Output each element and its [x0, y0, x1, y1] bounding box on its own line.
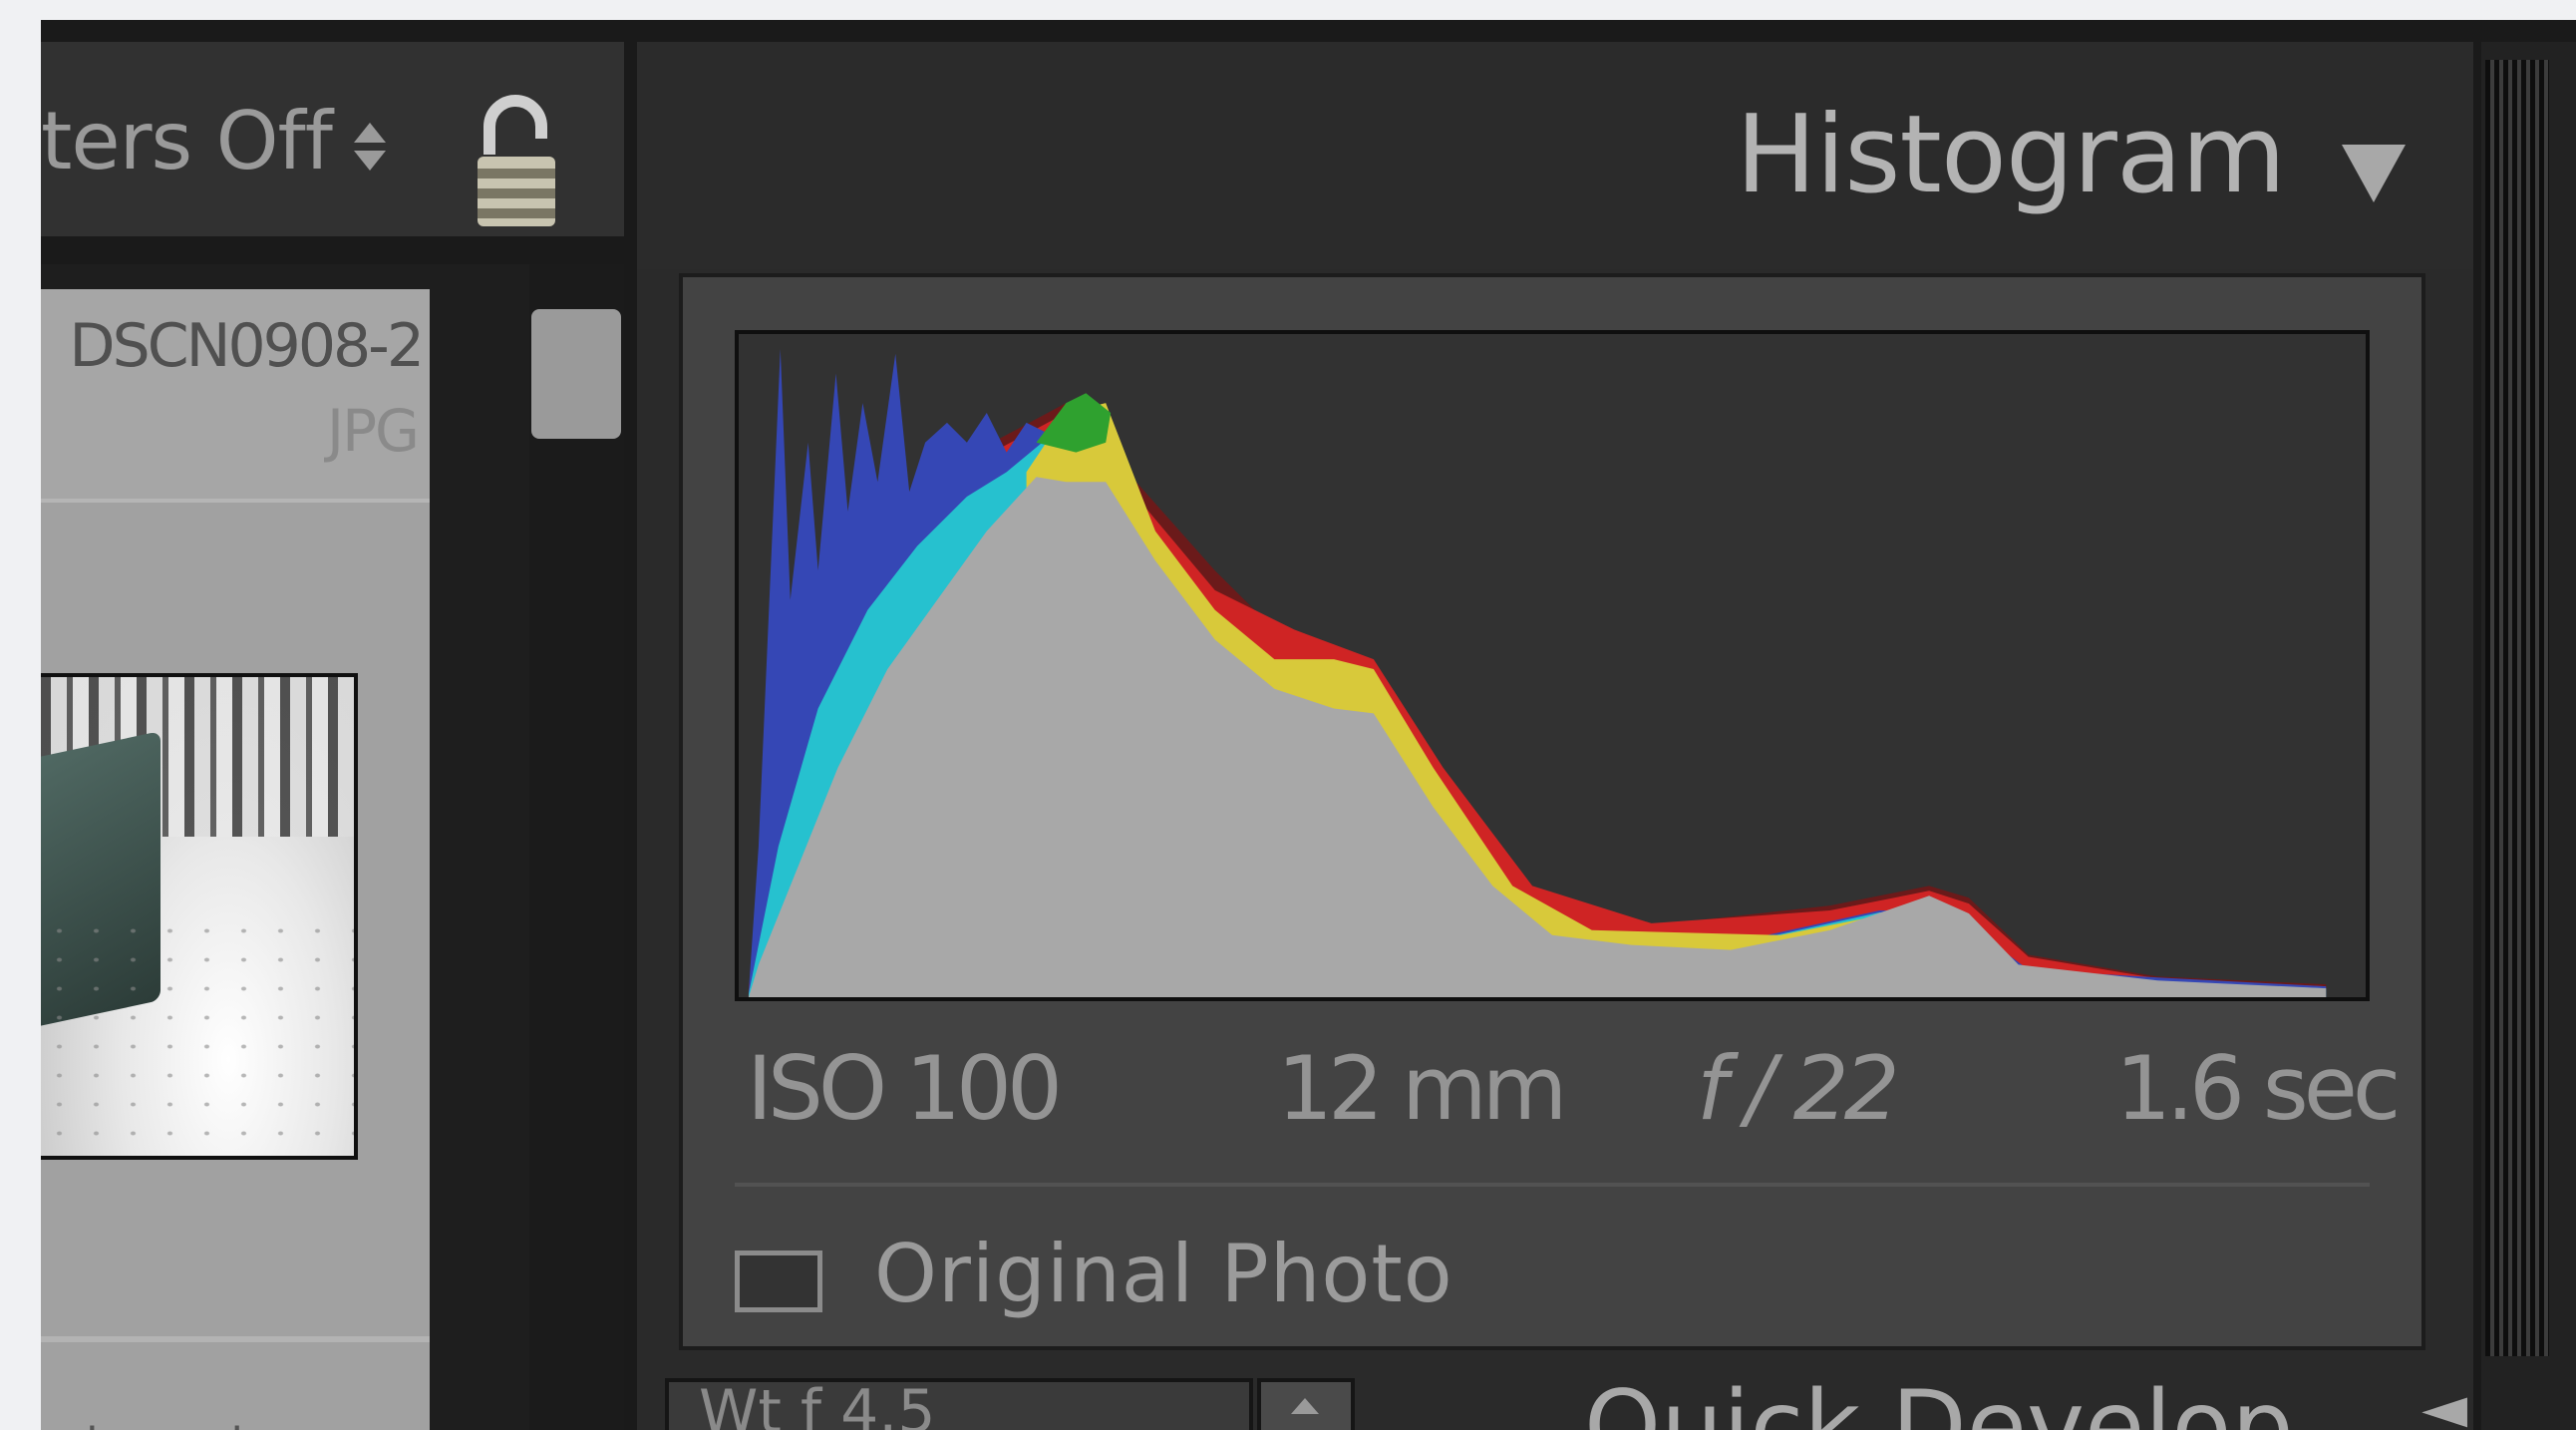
exif-iso: ISO 100: [747, 1037, 1063, 1140]
grid-cell-filename: DSCN0908-2: [69, 311, 425, 381]
thumbnail-snow: [41, 916, 354, 1156]
saved-preset-select[interactable]: Wt f 4.5: [665, 1378, 1253, 1430]
rating-dots[interactable]: · · ·: [86, 1406, 430, 1430]
grid-scrollbar-thumb[interactable]: [531, 309, 621, 439]
right-panel: Histogram ISO 100 12 mm f / 22 1.6 sec O…: [637, 42, 2473, 1430]
photo-thumbnail[interactable]: [41, 673, 358, 1160]
original-photo-label[interactable]: Original Photo: [874, 1235, 1453, 1314]
quick-develop-header: Wt f 4.5 Quick Develop ◄: [637, 1378, 2473, 1430]
grid-cell-header: DSCN0908-2 JPG: [41, 289, 430, 503]
filter-preset-label: ters Off: [41, 95, 333, 187]
quick-develop-title[interactable]: Quick Develop: [1584, 1378, 2294, 1430]
preset-stepper-icon[interactable]: [1257, 1378, 1355, 1430]
histogram-graph[interactable]: [735, 330, 2370, 1001]
grid-scrollbar-track[interactable]: [529, 264, 624, 1430]
original-photo-checkbox[interactable]: [735, 1251, 822, 1312]
collapse-triangle-icon[interactable]: [2342, 145, 2406, 202]
quick-develop-toggle-icon[interactable]: ◄: [2421, 1378, 2467, 1430]
panel-resize-strip[interactable]: [2485, 60, 2549, 1356]
lightroom-window: ters Off DSCN0908-2 JPG · · ·: [41, 20, 2576, 1430]
exif-aperture: f / 22: [1697, 1037, 1900, 1140]
exif-focal-length: 12 mm: [1277, 1037, 1567, 1140]
grid-cell[interactable]: DSCN0908-2 JPG · · ·: [41, 289, 430, 1430]
library-filter-toolbar: ters Off: [41, 42, 624, 236]
grid-cell-divider: [41, 1336, 430, 1342]
up-down-arrow-icon: [350, 117, 390, 177]
histogram-title: Histogram: [1736, 93, 2286, 217]
filter-preset-select[interactable]: ters Off: [41, 102, 390, 181]
exif-divider: [735, 1183, 2370, 1187]
unlock-icon[interactable]: [468, 87, 567, 236]
histogram-panel: ISO 100 12 mm f / 22 1.6 sec Original Ph…: [679, 273, 2425, 1350]
histogram-svg: [748, 348, 2327, 997]
histogram-panel-header[interactable]: Histogram: [637, 42, 2473, 269]
exif-shutter-speed: 1.6 sec: [2115, 1037, 2401, 1140]
grid-cell-filetype: JPG: [326, 397, 420, 465]
